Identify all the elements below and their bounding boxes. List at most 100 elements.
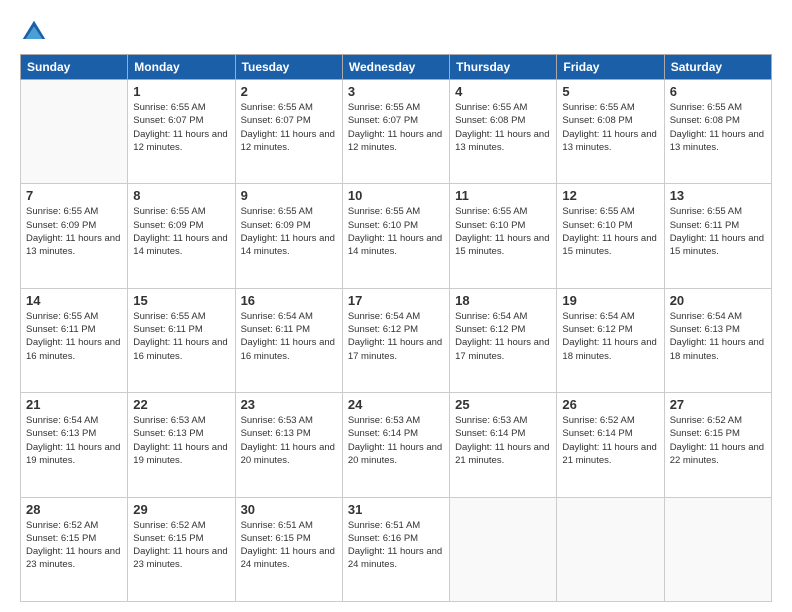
- calendar-body: 1 Sunrise: 6:55 AMSunset: 6:07 PMDayligh…: [21, 80, 772, 602]
- calendar-cell: 30 Sunrise: 6:51 AMSunset: 6:15 PMDaylig…: [235, 497, 342, 601]
- cell-day-number: 28: [26, 502, 122, 517]
- calendar-week-2: 7 Sunrise: 6:55 AMSunset: 6:09 PMDayligh…: [21, 184, 772, 288]
- cell-day-number: 12: [562, 188, 658, 203]
- cell-day-number: 6: [670, 84, 766, 99]
- calendar-cell: 8 Sunrise: 6:55 AMSunset: 6:09 PMDayligh…: [128, 184, 235, 288]
- calendar-cell: 22 Sunrise: 6:53 AMSunset: 6:13 PMDaylig…: [128, 393, 235, 497]
- cell-info: Sunrise: 6:55 AMSunset: 6:11 PMDaylight:…: [133, 311, 227, 362]
- cell-day-number: 4: [455, 84, 551, 99]
- calendar-week-3: 14 Sunrise: 6:55 AMSunset: 6:11 PMDaylig…: [21, 288, 772, 392]
- weekday-friday: Friday: [557, 55, 664, 80]
- calendar-cell: 6 Sunrise: 6:55 AMSunset: 6:08 PMDayligh…: [664, 80, 771, 184]
- weekday-thursday: Thursday: [450, 55, 557, 80]
- calendar-cell: 4 Sunrise: 6:55 AMSunset: 6:08 PMDayligh…: [450, 80, 557, 184]
- weekday-sunday: Sunday: [21, 55, 128, 80]
- page: SundayMondayTuesdayWednesdayThursdayFrid…: [0, 0, 792, 612]
- cell-info: Sunrise: 6:55 AMSunset: 6:07 PMDaylight:…: [348, 102, 442, 153]
- calendar-cell: 2 Sunrise: 6:55 AMSunset: 6:07 PMDayligh…: [235, 80, 342, 184]
- calendar-cell: 23 Sunrise: 6:53 AMSunset: 6:13 PMDaylig…: [235, 393, 342, 497]
- cell-day-number: 1: [133, 84, 229, 99]
- cell-day-number: 8: [133, 188, 229, 203]
- cell-info: Sunrise: 6:55 AMSunset: 6:10 PMDaylight:…: [562, 206, 656, 257]
- cell-day-number: 24: [348, 397, 444, 412]
- cell-info: Sunrise: 6:55 AMSunset: 6:11 PMDaylight:…: [26, 311, 120, 362]
- calendar-cell: 3 Sunrise: 6:55 AMSunset: 6:07 PMDayligh…: [342, 80, 449, 184]
- calendar-cell: 19 Sunrise: 6:54 AMSunset: 6:12 PMDaylig…: [557, 288, 664, 392]
- calendar-cell: 1 Sunrise: 6:55 AMSunset: 6:07 PMDayligh…: [128, 80, 235, 184]
- calendar-cell: [557, 497, 664, 601]
- cell-info: Sunrise: 6:54 AMSunset: 6:12 PMDaylight:…: [455, 311, 549, 362]
- cell-day-number: 30: [241, 502, 337, 517]
- calendar-cell: 31 Sunrise: 6:51 AMSunset: 6:16 PMDaylig…: [342, 497, 449, 601]
- calendar-table: SundayMondayTuesdayWednesdayThursdayFrid…: [20, 54, 772, 602]
- cell-day-number: 14: [26, 293, 122, 308]
- calendar-cell: 7 Sunrise: 6:55 AMSunset: 6:09 PMDayligh…: [21, 184, 128, 288]
- cell-info: Sunrise: 6:54 AMSunset: 6:11 PMDaylight:…: [241, 311, 335, 362]
- cell-day-number: 15: [133, 293, 229, 308]
- cell-info: Sunrise: 6:55 AMSunset: 6:09 PMDaylight:…: [133, 206, 227, 257]
- header: [20, 18, 772, 46]
- cell-info: Sunrise: 6:54 AMSunset: 6:13 PMDaylight:…: [26, 415, 120, 466]
- calendar-cell: 12 Sunrise: 6:55 AMSunset: 6:10 PMDaylig…: [557, 184, 664, 288]
- cell-day-number: 22: [133, 397, 229, 412]
- cell-info: Sunrise: 6:52 AMSunset: 6:15 PMDaylight:…: [26, 520, 120, 571]
- cell-day-number: 18: [455, 293, 551, 308]
- cell-day-number: 7: [26, 188, 122, 203]
- calendar-cell: 5 Sunrise: 6:55 AMSunset: 6:08 PMDayligh…: [557, 80, 664, 184]
- calendar-cell: 10 Sunrise: 6:55 AMSunset: 6:10 PMDaylig…: [342, 184, 449, 288]
- calendar-cell: 17 Sunrise: 6:54 AMSunset: 6:12 PMDaylig…: [342, 288, 449, 392]
- calendar-week-1: 1 Sunrise: 6:55 AMSunset: 6:07 PMDayligh…: [21, 80, 772, 184]
- calendar-week-4: 21 Sunrise: 6:54 AMSunset: 6:13 PMDaylig…: [21, 393, 772, 497]
- cell-info: Sunrise: 6:55 AMSunset: 6:08 PMDaylight:…: [455, 102, 549, 153]
- cell-day-number: 23: [241, 397, 337, 412]
- cell-info: Sunrise: 6:53 AMSunset: 6:13 PMDaylight:…: [241, 415, 335, 466]
- calendar-cell: 21 Sunrise: 6:54 AMSunset: 6:13 PMDaylig…: [21, 393, 128, 497]
- cell-info: Sunrise: 6:55 AMSunset: 6:08 PMDaylight:…: [670, 102, 764, 153]
- cell-info: Sunrise: 6:55 AMSunset: 6:09 PMDaylight:…: [26, 206, 120, 257]
- cell-day-number: 9: [241, 188, 337, 203]
- logo-icon: [20, 18, 48, 46]
- cell-day-number: 25: [455, 397, 551, 412]
- cell-info: Sunrise: 6:51 AMSunset: 6:15 PMDaylight:…: [241, 520, 335, 571]
- weekday-header-row: SundayMondayTuesdayWednesdayThursdayFrid…: [21, 55, 772, 80]
- cell-day-number: 16: [241, 293, 337, 308]
- cell-day-number: 21: [26, 397, 122, 412]
- cell-day-number: 19: [562, 293, 658, 308]
- logo: [20, 18, 52, 46]
- cell-info: Sunrise: 6:55 AMSunset: 6:07 PMDaylight:…: [133, 102, 227, 153]
- weekday-tuesday: Tuesday: [235, 55, 342, 80]
- calendar-cell: 13 Sunrise: 6:55 AMSunset: 6:11 PMDaylig…: [664, 184, 771, 288]
- cell-info: Sunrise: 6:53 AMSunset: 6:14 PMDaylight:…: [455, 415, 549, 466]
- calendar-cell: [450, 497, 557, 601]
- cell-info: Sunrise: 6:55 AMSunset: 6:11 PMDaylight:…: [670, 206, 764, 257]
- calendar-cell: 16 Sunrise: 6:54 AMSunset: 6:11 PMDaylig…: [235, 288, 342, 392]
- cell-info: Sunrise: 6:54 AMSunset: 6:12 PMDaylight:…: [562, 311, 656, 362]
- weekday-wednesday: Wednesday: [342, 55, 449, 80]
- cell-info: Sunrise: 6:55 AMSunset: 6:07 PMDaylight:…: [241, 102, 335, 153]
- cell-day-number: 2: [241, 84, 337, 99]
- calendar-cell: 29 Sunrise: 6:52 AMSunset: 6:15 PMDaylig…: [128, 497, 235, 601]
- calendar-cell: [664, 497, 771, 601]
- calendar-cell: 20 Sunrise: 6:54 AMSunset: 6:13 PMDaylig…: [664, 288, 771, 392]
- cell-day-number: 27: [670, 397, 766, 412]
- cell-info: Sunrise: 6:55 AMSunset: 6:10 PMDaylight:…: [455, 206, 549, 257]
- cell-info: Sunrise: 6:52 AMSunset: 6:15 PMDaylight:…: [133, 520, 227, 571]
- cell-info: Sunrise: 6:52 AMSunset: 6:15 PMDaylight:…: [670, 415, 764, 466]
- calendar-cell: 28 Sunrise: 6:52 AMSunset: 6:15 PMDaylig…: [21, 497, 128, 601]
- calendar-cell: 9 Sunrise: 6:55 AMSunset: 6:09 PMDayligh…: [235, 184, 342, 288]
- cell-info: Sunrise: 6:54 AMSunset: 6:12 PMDaylight:…: [348, 311, 442, 362]
- cell-day-number: 10: [348, 188, 444, 203]
- cell-day-number: 20: [670, 293, 766, 308]
- cell-info: Sunrise: 6:55 AMSunset: 6:10 PMDaylight:…: [348, 206, 442, 257]
- cell-day-number: 17: [348, 293, 444, 308]
- cell-info: Sunrise: 6:55 AMSunset: 6:08 PMDaylight:…: [562, 102, 656, 153]
- cell-info: Sunrise: 6:54 AMSunset: 6:13 PMDaylight:…: [670, 311, 764, 362]
- calendar-week-5: 28 Sunrise: 6:52 AMSunset: 6:15 PMDaylig…: [21, 497, 772, 601]
- weekday-saturday: Saturday: [664, 55, 771, 80]
- cell-info: Sunrise: 6:55 AMSunset: 6:09 PMDaylight:…: [241, 206, 335, 257]
- cell-day-number: 11: [455, 188, 551, 203]
- calendar-cell: 26 Sunrise: 6:52 AMSunset: 6:14 PMDaylig…: [557, 393, 664, 497]
- cell-info: Sunrise: 6:51 AMSunset: 6:16 PMDaylight:…: [348, 520, 442, 571]
- calendar-cell: 27 Sunrise: 6:52 AMSunset: 6:15 PMDaylig…: [664, 393, 771, 497]
- calendar-cell: 24 Sunrise: 6:53 AMSunset: 6:14 PMDaylig…: [342, 393, 449, 497]
